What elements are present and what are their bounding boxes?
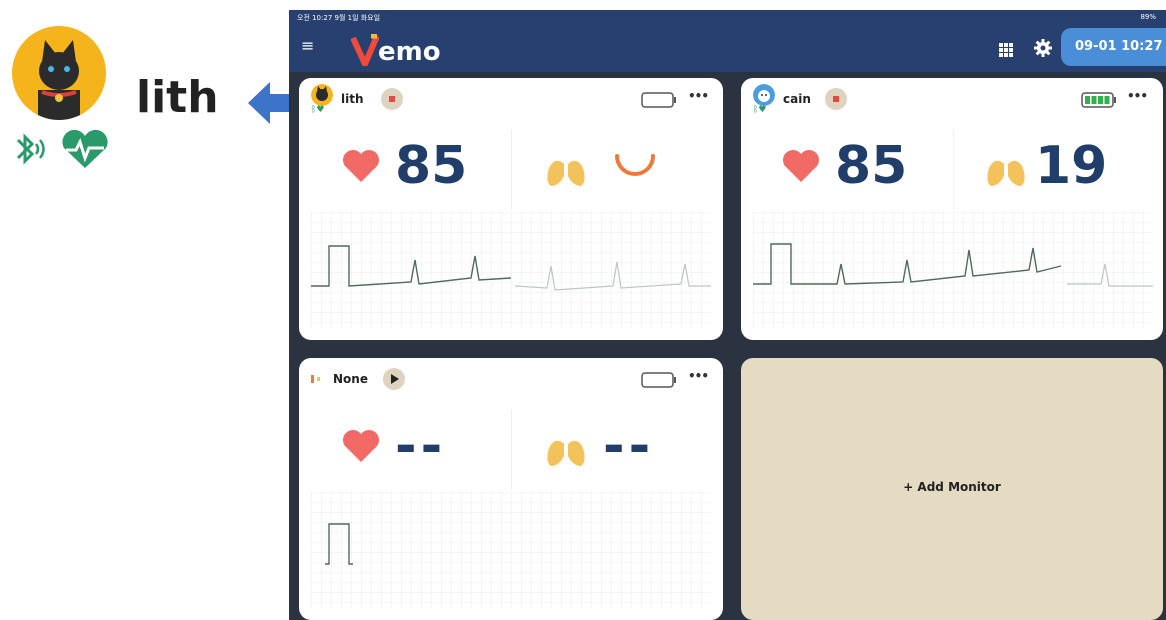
battery-empty-icon	[641, 372, 676, 388]
monitor-card-lith[interactable]: ᛒ♥ lith ••• 85	[299, 78, 723, 340]
lungs-icon	[547, 430, 585, 466]
more-options-icon[interactable]: •••	[1127, 89, 1148, 103]
datetime-display[interactable]: 09-01 10:27	[1061, 28, 1166, 66]
lungs-icon	[987, 150, 1025, 186]
bluetooth-heart-status-icon: ᛒ♥	[311, 105, 325, 115]
cat-avatar	[12, 26, 106, 120]
respiratory-rate-value: --	[603, 416, 655, 476]
pet-name: cain	[783, 92, 811, 106]
loading-spinner-icon	[615, 154, 655, 176]
bluetooth-icon	[12, 128, 52, 172]
cat-avatar-small	[311, 84, 333, 106]
stop-button[interactable]	[381, 88, 403, 110]
pet-name: lith	[341, 92, 364, 106]
card-header: ᛒ♥ cain •••	[741, 78, 1163, 122]
logo-text: emo	[378, 37, 441, 67]
ecg-waveform	[311, 492, 711, 608]
app-bar: ≡ emo 09-01 10:27	[289, 26, 1166, 72]
more-options-icon[interactable]: •••	[688, 369, 709, 383]
stop-icon	[833, 96, 839, 102]
status-time: 오전 10:27 9월 1일 화요일	[297, 14, 381, 22]
settings-gear-icon[interactable]	[1034, 39, 1052, 57]
divider	[511, 410, 512, 490]
tablet-screen: 오전 10:27 9월 1일 화요일 89% ≡ emo 09-01 10:27…	[289, 10, 1166, 620]
stop-button[interactable]	[825, 88, 847, 110]
heart-rate-value: 85	[835, 136, 908, 196]
card-header: ᛒ♥ lith •••	[299, 78, 723, 122]
status-bar: 오전 10:27 9월 1일 화요일 89%	[289, 10, 1166, 26]
heart-icon	[343, 150, 379, 182]
more-options-icon[interactable]: •••	[688, 89, 709, 103]
stop-icon	[389, 96, 395, 102]
monitor-card-none[interactable]: None ••• -- --	[299, 358, 723, 620]
big-pet-name: lith	[136, 72, 219, 123]
battery-full-icon	[1081, 92, 1116, 108]
bluetooth-heart-status-icon: ᛒ♥	[753, 105, 767, 115]
card-header: None •••	[299, 358, 723, 402]
monitor-card-cain[interactable]: ᛒ♥ cain ••• 85 19	[741, 78, 1163, 340]
play-button[interactable]	[383, 368, 405, 390]
heart-rate-value: 85	[395, 136, 468, 196]
add-monitor-button[interactable]: + Add Monitor	[741, 480, 1163, 494]
callout: lith	[0, 0, 312, 620]
lungs-icon	[547, 150, 585, 186]
grid-view-icon[interactable]	[999, 42, 1013, 57]
divider	[511, 130, 512, 210]
play-icon	[391, 374, 399, 384]
respiratory-rate-value: 19	[1035, 136, 1108, 196]
ecg-waveform	[311, 212, 711, 328]
pet-name: None	[333, 372, 368, 386]
app-logo: emo	[351, 32, 441, 66]
add-monitor-card[interactable]: + Add Monitor	[741, 358, 1163, 620]
dog-avatar-small	[753, 84, 775, 106]
battery-empty-icon	[641, 92, 676, 108]
heart-icon	[783, 150, 819, 182]
heart-pulse-icon	[58, 128, 112, 172]
ecg-waveform	[753, 212, 1153, 328]
logo-v-icon	[351, 34, 379, 66]
heart-rate-value: --	[395, 416, 447, 476]
divider	[953, 130, 954, 210]
hamburger-menu-icon[interactable]: ≡	[301, 38, 319, 54]
battery-status: 89%	[1140, 13, 1156, 21]
heart-icon	[343, 430, 379, 462]
device-status-icon	[311, 375, 320, 383]
